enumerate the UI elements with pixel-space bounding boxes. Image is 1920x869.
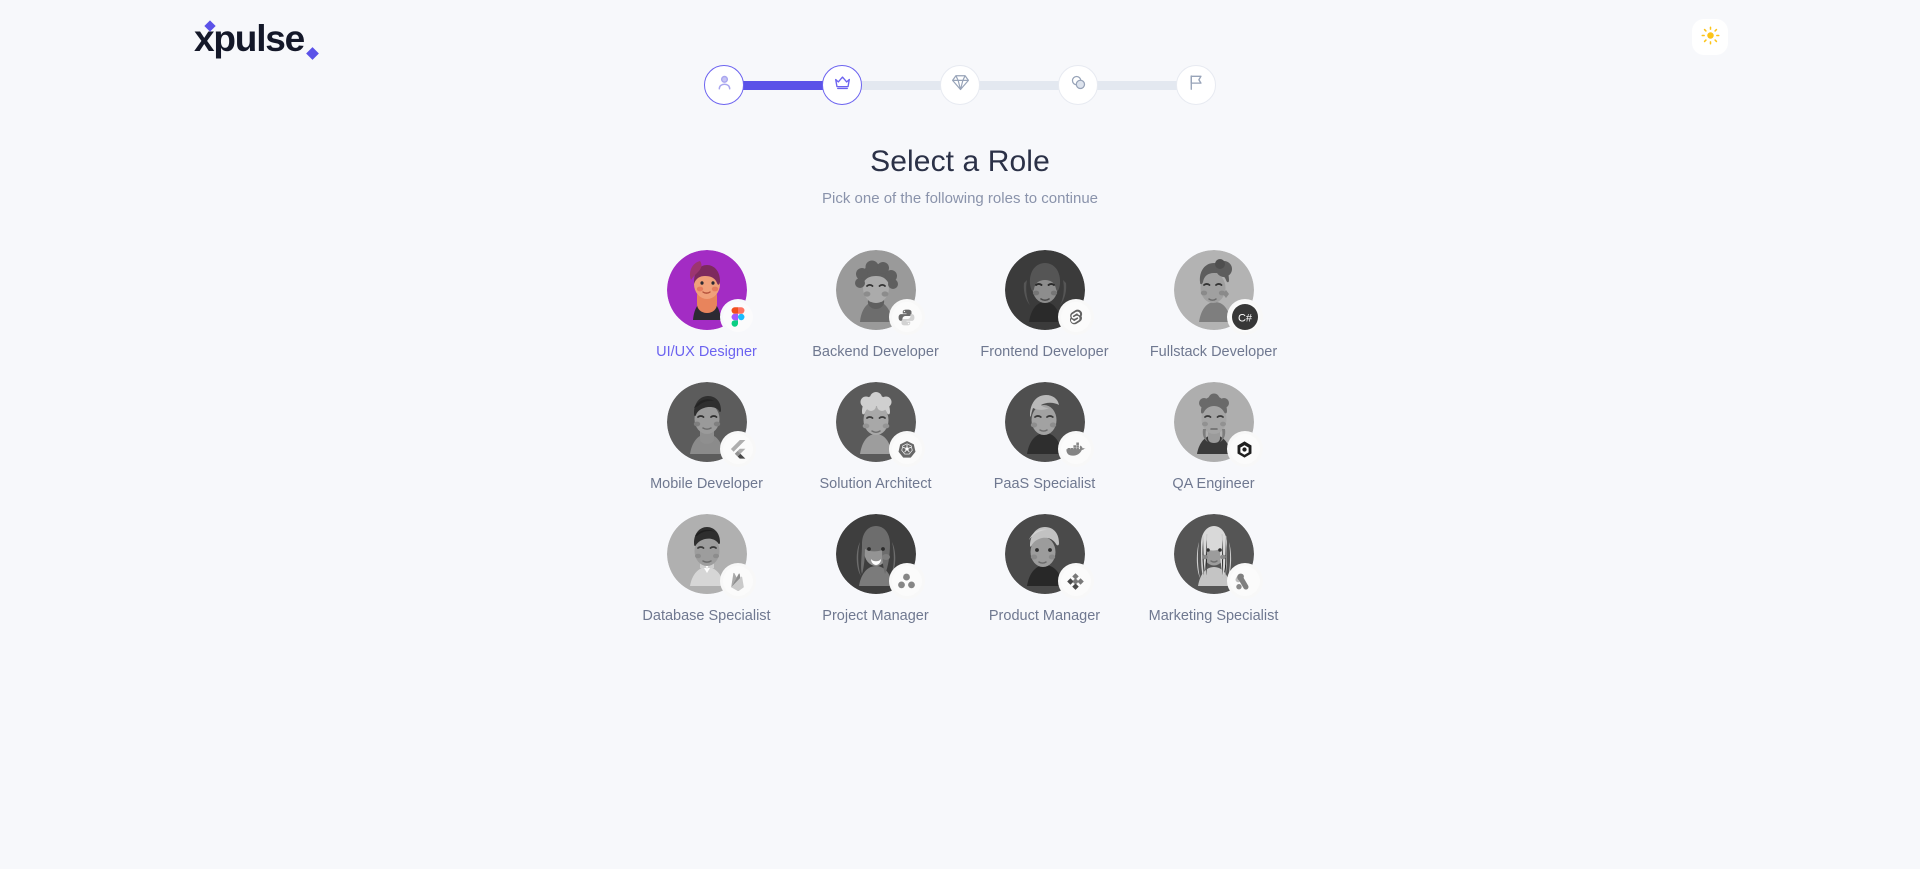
- role-card-mobile-developer[interactable]: Mobile Developer: [622, 382, 791, 492]
- role-label: Database Specialist: [642, 608, 771, 624]
- avatar-wrap: [666, 250, 753, 332]
- firebase-icon: [722, 566, 753, 596]
- stepper-step-3-skills[interactable]: [940, 65, 980, 105]
- role-label: Fullstack Developer: [1149, 344, 1278, 360]
- stepper-step-4-stack[interactable]: [1058, 65, 1098, 105]
- role-label: Project Manager: [822, 608, 929, 624]
- role-card-ui-ux-designer[interactable]: UI/UX Designer: [622, 250, 791, 360]
- role-label: Product Manager: [988, 608, 1101, 624]
- page-subtitle: Pick one of the following roles to conti…: [822, 190, 1098, 207]
- stepper-connector-2: [860, 80, 942, 90]
- role-label: PaaS Specialist: [993, 476, 1096, 492]
- user-icon: [715, 73, 734, 97]
- logo-wordmark: pulse: [213, 18, 305, 59]
- docker-icon: [1060, 434, 1091, 464]
- layers-icon: [1069, 73, 1088, 97]
- stepper-connector-1: [742, 80, 824, 90]
- logo-period-diamond-icon: [306, 47, 319, 60]
- avatar-wrap: [835, 514, 922, 596]
- stepper-connector-3: [978, 80, 1060, 90]
- role-grid: UI/UX Designer Backend Developer Fronten…: [622, 250, 1298, 624]
- avatar-wrap: [666, 382, 753, 464]
- role-card-frontend-developer[interactable]: Frontend Developer: [960, 250, 1129, 360]
- python-icon: [891, 302, 922, 332]
- onboarding-stepper: [704, 65, 1216, 105]
- flutter-icon: [722, 434, 753, 464]
- page-heading-block: Select a Role Pick one of the following …: [0, 140, 1920, 207]
- role-card-backend-developer[interactable]: Backend Developer: [791, 250, 960, 360]
- avatar-wrap: [1004, 250, 1091, 332]
- svg-text:C#: C#: [1237, 313, 1252, 325]
- asana-icon: [891, 566, 922, 596]
- page-title: Select a Role: [870, 145, 1050, 178]
- avatar-wrap: [1004, 514, 1091, 596]
- csharp-icon: C#: [1229, 302, 1260, 332]
- role-label: UI/UX Designer: [656, 344, 757, 360]
- role-selection-page: x pulse Select a Role Pick one of the fo…: [0, 0, 1920, 869]
- avatar-wrap: [666, 514, 753, 596]
- role-card-qa-engineer[interactable]: QA Engineer: [1129, 382, 1298, 492]
- role-card-paas-specialist[interactable]: PaaS Specialist: [960, 382, 1129, 492]
- googleads-icon: [1229, 566, 1260, 596]
- role-label: QA Engineer: [1172, 476, 1255, 492]
- avatar-wrap: C#: [1173, 250, 1260, 332]
- flag-icon: [1187, 73, 1206, 97]
- role-label: Frontend Developer: [980, 344, 1109, 360]
- kubernetes-icon: [891, 434, 922, 464]
- role-label: Solution Architect: [819, 476, 932, 492]
- role-card-project-manager[interactable]: Project Manager: [791, 514, 960, 624]
- logo-x-mark: x: [194, 18, 217, 60]
- sun-icon: [1701, 26, 1720, 48]
- jira-icon: [1060, 566, 1091, 596]
- diamond-icon: [951, 73, 970, 97]
- role-label: Backend Developer: [812, 344, 939, 360]
- avatar-wrap: [1173, 514, 1260, 596]
- role-card-database-specialist[interactable]: Database Specialist: [622, 514, 791, 624]
- role-label: Mobile Developer: [650, 476, 763, 492]
- role-card-marketing-specialist[interactable]: Marketing Specialist: [1129, 514, 1298, 624]
- testing-icon: [1229, 434, 1260, 464]
- stepper-connector-4: [1096, 80, 1178, 90]
- figma-icon: [722, 302, 753, 332]
- crown-icon: [833, 73, 852, 97]
- avatar-wrap: [1173, 382, 1260, 464]
- role-card-fullstack-developer[interactable]: C# Fullstack Developer: [1129, 250, 1298, 360]
- stepper-step-2-role[interactable]: [822, 65, 862, 105]
- avatar-wrap: [835, 250, 922, 332]
- theme-toggle-button[interactable]: [1692, 19, 1728, 55]
- role-card-solution-architect[interactable]: Solution Architect: [791, 382, 960, 492]
- role-label: Marketing Specialist: [1148, 608, 1279, 624]
- svelte-icon: [1060, 302, 1091, 332]
- role-card-product-manager[interactable]: Product Manager: [960, 514, 1129, 624]
- avatar-wrap: [1004, 382, 1091, 464]
- stepper-step-5-finish[interactable]: [1176, 65, 1216, 105]
- stepper-step-1-profile[interactable]: [704, 65, 744, 105]
- brand-logo[interactable]: x pulse: [194, 18, 319, 60]
- avatar-wrap: [835, 382, 922, 464]
